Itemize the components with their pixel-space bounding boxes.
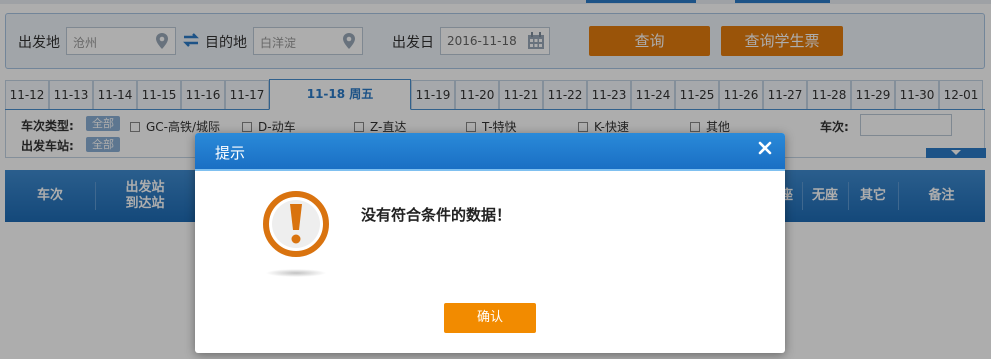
- dialog-message: 没有符合条件的数据！: [361, 206, 512, 224]
- dialog-header: 提示: [195, 133, 785, 171]
- close-icon[interactable]: [757, 140, 773, 156]
- confirm-button[interactable]: 确认: [444, 303, 536, 333]
- warning-icon: [263, 191, 329, 277]
- dialog-title: 提示: [215, 144, 246, 162]
- alert-dialog: 提示 没有符合条件的数据！ 确认: [195, 133, 785, 353]
